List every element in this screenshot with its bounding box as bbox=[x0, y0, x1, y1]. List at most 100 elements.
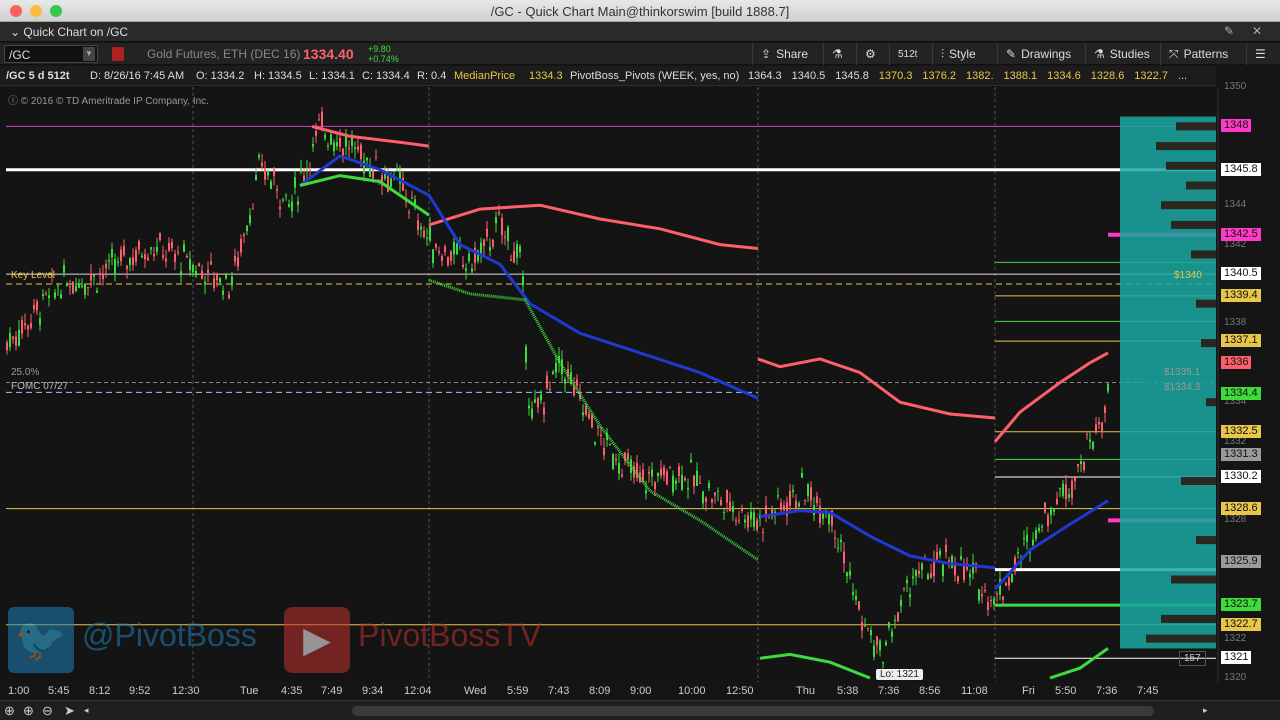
zoom-out-icon[interactable]: ⊖ bbox=[42, 703, 53, 719]
candle-body bbox=[627, 453, 629, 460]
cursor-icon[interactable]: ➤ bbox=[64, 703, 75, 719]
candle-body bbox=[144, 254, 146, 260]
studies-button[interactable]: ⚗ Studies bbox=[1085, 43, 1158, 65]
twitter-icon: 🐦 bbox=[8, 607, 74, 673]
candle-body bbox=[273, 169, 275, 177]
style-button[interactable]: ⫶ Style bbox=[932, 43, 984, 65]
candle-body bbox=[1059, 487, 1061, 489]
profile-gap bbox=[1161, 201, 1216, 210]
flask-button[interactable]: ⚗ bbox=[823, 43, 851, 65]
candle-body bbox=[744, 519, 746, 523]
chart-id[interactable]: /GC 5 d 512t bbox=[6, 70, 70, 82]
time-tick: 12:30 bbox=[172, 685, 200, 697]
price-level-label: 1348 bbox=[1221, 119, 1252, 133]
pivots-study-label[interactable]: PivotBoss_Pivots (WEEK, yes, no) bbox=[570, 70, 739, 82]
candle-body bbox=[1101, 422, 1103, 433]
chevron-down-icon[interactable]: ▼ bbox=[83, 47, 95, 61]
candle-body bbox=[600, 434, 602, 436]
time-axis[interactable]: 1:00 5:45 8:12 9:52 12:30 Tue 4:35 7:49 9:34 12:0… bbox=[0, 682, 1218, 700]
candle-body bbox=[30, 322, 32, 328]
candle-body bbox=[693, 475, 695, 487]
flask-icon: ⚗ bbox=[1094, 47, 1105, 61]
price-chart[interactable] bbox=[0, 87, 1280, 682]
candle-body bbox=[243, 234, 245, 236]
aggregation-button[interactable]: 512t bbox=[889, 43, 925, 65]
candle-body bbox=[165, 258, 167, 262]
candle-body bbox=[330, 134, 332, 145]
candle-body bbox=[867, 627, 869, 629]
candle-body bbox=[15, 336, 17, 346]
share-button[interactable]: ⇪ Share bbox=[752, 43, 816, 65]
candle-body bbox=[333, 142, 335, 152]
profile-gap bbox=[1181, 477, 1216, 485]
pivot-value: 1364.3 bbox=[748, 70, 782, 82]
candle-body bbox=[513, 250, 515, 263]
drawings-button[interactable]: ✎ Drawings bbox=[997, 43, 1079, 65]
patterns-label: Patterns bbox=[1183, 47, 1229, 61]
candle-body bbox=[90, 273, 92, 281]
candle-body bbox=[432, 249, 434, 264]
candle-body bbox=[537, 398, 539, 408]
scroll-right-icon[interactable]: ▸ bbox=[1203, 705, 1208, 716]
candle-body bbox=[189, 258, 191, 271]
pin-icon[interactable]: ✎ bbox=[1224, 24, 1234, 38]
candle-body bbox=[789, 491, 791, 506]
candle-body bbox=[78, 283, 80, 288]
time-tick: Thu bbox=[796, 685, 815, 697]
settings-button[interactable]: ⚙ bbox=[856, 43, 884, 65]
candle-body bbox=[669, 466, 671, 468]
horizontal-scrollbar[interactable] bbox=[352, 706, 1154, 716]
candle-body bbox=[315, 130, 317, 136]
candle-body bbox=[171, 241, 173, 249]
menu-button[interactable]: ☰ bbox=[1246, 43, 1274, 65]
candle-body bbox=[96, 290, 98, 293]
candle-body bbox=[672, 475, 674, 493]
candle-body bbox=[252, 208, 254, 210]
candle-body bbox=[225, 273, 227, 279]
candle-body bbox=[417, 220, 419, 231]
zoom-in-icon[interactable]: ⊕ bbox=[23, 703, 34, 719]
candle-body bbox=[657, 472, 659, 477]
candle-body bbox=[54, 292, 56, 298]
candle-body bbox=[117, 261, 119, 263]
close-icon[interactable]: ✕ bbox=[1252, 24, 1262, 38]
profile-gap bbox=[1146, 634, 1216, 643]
candle-body bbox=[351, 137, 353, 146]
alert-flag-icon[interactable] bbox=[112, 47, 124, 61]
candle-body bbox=[366, 157, 368, 161]
candle-body bbox=[837, 547, 839, 549]
quick-chart-label[interactable]: ⌄ Quick Chart on /GC bbox=[10, 25, 128, 39]
candle-body bbox=[129, 258, 131, 265]
candle-body bbox=[873, 645, 875, 658]
quick-chart-header[interactable]: ⌄ Quick Chart on /GC ✎ ✕ bbox=[0, 22, 1280, 42]
candle-body bbox=[936, 552, 938, 561]
candle-body bbox=[822, 513, 824, 519]
candle-body bbox=[231, 276, 233, 286]
patterns-button[interactable]: ⤧ Patterns bbox=[1160, 43, 1236, 65]
candle-body bbox=[942, 564, 944, 576]
pivot-value: 1340.5 bbox=[791, 70, 826, 82]
candle-body bbox=[108, 260, 110, 262]
crosshair-icon[interactable]: ⊕ bbox=[4, 703, 15, 719]
candle-body bbox=[735, 520, 737, 522]
candle-body bbox=[258, 155, 260, 158]
profile-gap bbox=[1206, 398, 1216, 407]
candle-body bbox=[195, 270, 197, 276]
symbol-input[interactable]: /GC ▼ bbox=[4, 45, 98, 63]
candle-body bbox=[1035, 530, 1037, 539]
candle-body bbox=[957, 576, 959, 582]
price-change: +9.80 +0.74% bbox=[368, 44, 399, 64]
percent-label: 25.0% bbox=[11, 367, 40, 378]
median-price-label[interactable]: MedianPrice bbox=[454, 70, 515, 82]
candle-body bbox=[1005, 582, 1007, 586]
time-tick: 9:00 bbox=[630, 685, 652, 697]
scroll-left-icon[interactable]: ◂ bbox=[84, 705, 89, 716]
candle-body bbox=[261, 162, 263, 167]
candle-body bbox=[807, 484, 809, 496]
time-tick: 7:36 bbox=[1096, 685, 1118, 697]
candle-body bbox=[852, 591, 854, 595]
candle-body bbox=[492, 239, 494, 247]
candle-body bbox=[615, 458, 617, 461]
time-tick: Wed bbox=[464, 685, 487, 697]
candle-body bbox=[909, 594, 911, 598]
